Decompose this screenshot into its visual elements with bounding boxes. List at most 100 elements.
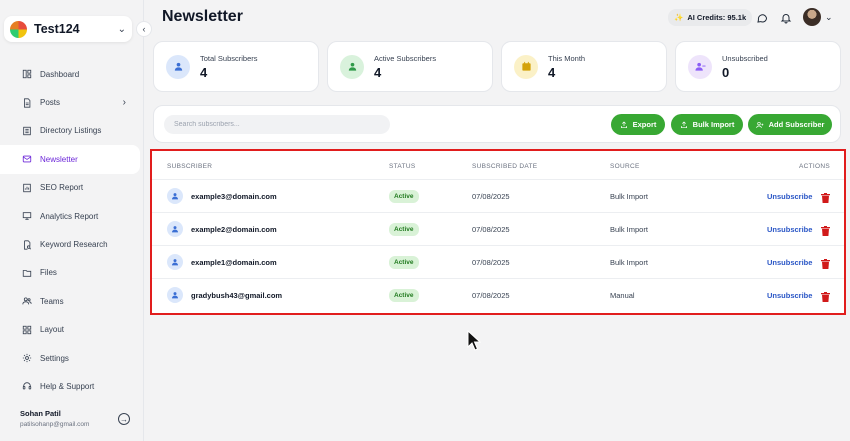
stat-label: Total Subscribers — [200, 53, 258, 63]
sidebar-item-label: Directory Listings — [40, 126, 102, 136]
user-icon — [167, 254, 183, 270]
list-icon — [23, 126, 31, 136]
subscribers-table: SUBSCRIBER STATUS SUBSCRIBED DATE SOURCE… — [150, 149, 846, 315]
sidebar-item-label: SEO Report — [40, 183, 84, 193]
sidebar-item-keyword-research[interactable]: Keyword Research — [0, 230, 144, 258]
subscriber-email: example2@domain.com — [191, 225, 277, 234]
trash-icon[interactable] — [821, 256, 830, 269]
chat-icon[interactable] — [756, 11, 768, 23]
ai-credits-badge[interactable]: ✨ AI Credits: 95.1k — [668, 9, 753, 26]
sidebar-item-help-support[interactable]: Help & Support — [0, 372, 144, 400]
sidebar-item-directory-listings[interactable]: Directory Listings — [0, 117, 144, 145]
grid-icon — [22, 325, 32, 334]
header-status[interactable]: STATUS — [389, 163, 415, 170]
export-button[interactable]: Export — [611, 114, 665, 135]
chevron-down-icon: ⌄ — [117, 23, 126, 35]
stat-value: 4 — [374, 64, 382, 80]
stat-label: Active Subscribers — [374, 53, 437, 63]
search-input[interactable] — [164, 115, 390, 134]
header-actions: ACTIONS — [799, 163, 830, 170]
sparkle-icon: ✨ — [674, 13, 684, 22]
ai-credits-text: AI Credits: 95.1k — [687, 13, 747, 22]
subscriber-source: Bulk Import — [610, 192, 648, 201]
search-document-icon — [24, 239, 32, 250]
header-date[interactable]: SUBSCRIBED DATE — [472, 163, 537, 170]
export-label: Export — [632, 120, 657, 129]
workspace-name: Test124 — [34, 22, 80, 36]
toolbar: Export Bulk Import Add Subscriber — [153, 105, 841, 143]
trash-icon[interactable] — [821, 223, 830, 236]
sidebar: Test124 ⌄ Dashboard Posts › Directory Listi… — [0, 0, 144, 441]
stat-value: 4 — [200, 64, 208, 80]
user-email: patilsohanp@gmail.com — [20, 421, 90, 428]
sidebar-item-label: Settings — [40, 353, 69, 363]
add-user-icon — [755, 121, 763, 128]
add-subscriber-label: Add Subscriber — [768, 120, 825, 129]
sidebar-item-label: Teams — [40, 296, 64, 306]
bulk-import-label: Bulk Import — [692, 120, 735, 129]
trash-icon[interactable] — [821, 190, 830, 203]
workspace-switcher[interactable]: Test124 ⌄ — [4, 16, 132, 42]
sidebar-item-label: Keyword Research — [40, 240, 108, 250]
add-subscriber-button[interactable]: Add Subscriber — [748, 114, 832, 135]
user-profile: Sohan Patil patilsohanp@gmail.com → — [20, 409, 130, 428]
collapse-sidebar-button[interactable]: ‹ — [136, 21, 152, 37]
trash-icon[interactable] — [821, 289, 830, 302]
sidebar-item-newsletter[interactable]: Newsletter — [0, 145, 140, 174]
subscribed-date: 07/08/2025 — [472, 258, 510, 267]
workspace-logo — [10, 20, 27, 38]
sidebar-item-label: Analytics Report — [40, 211, 99, 221]
unsubscribe-link[interactable]: Unsubscribe — [767, 258, 812, 267]
sidebar-item-label: Newsletter — [40, 154, 78, 164]
sidebar-item-teams[interactable]: Teams — [0, 287, 144, 315]
user-icon — [166, 54, 190, 79]
sidebar-item-layout[interactable]: Layout — [0, 316, 144, 344]
header-source[interactable]: SOURCE — [610, 163, 640, 170]
status-badge: Active — [389, 289, 419, 302]
headset-icon — [22, 382, 32, 390]
page-title: Newsletter — [162, 8, 243, 25]
dashboard-icon — [22, 70, 32, 79]
bulk-import-button[interactable]: Bulk Import — [671, 114, 743, 135]
mouse-cursor-icon — [467, 330, 481, 351]
header-subscriber[interactable]: SUBSCRIBER — [167, 163, 212, 170]
status-badge: Active — [389, 190, 419, 203]
sidebar-item-analytics-report[interactable]: Analytics Report — [0, 202, 144, 230]
user-minus-icon — [688, 54, 712, 79]
sidebar-item-dashboard[interactable]: Dashboard — [0, 60, 144, 88]
status-badge: Active — [389, 223, 419, 236]
avatar[interactable] — [803, 8, 821, 26]
sidebar-item-settings[interactable]: Settings — [0, 344, 144, 372]
gear-icon — [22, 353, 32, 363]
sidebar-item-label: Layout — [40, 325, 65, 335]
subscriber-source: Bulk Import — [610, 258, 648, 267]
stat-label: Unsubscribed — [722, 53, 768, 63]
logout-icon[interactable]: → — [118, 413, 130, 425]
report-icon — [23, 183, 31, 192]
chevron-down-icon[interactable]: ⌄ — [825, 12, 833, 23]
stat-card-active-subscribers: Active Subscribers 4 — [327, 41, 493, 92]
subscribed-date: 07/08/2025 — [472, 192, 510, 201]
sidebar-item-seo-report[interactable]: SEO Report — [0, 174, 144, 202]
user-name: Sohan Patil — [20, 409, 61, 418]
bell-icon[interactable] — [780, 11, 792, 24]
folder-icon — [22, 270, 32, 277]
document-icon — [24, 97, 31, 108]
upload-icon — [680, 121, 687, 128]
unsubscribe-link[interactable]: Unsubscribe — [767, 291, 812, 300]
stat-card-this-month: This Month 4 — [501, 41, 667, 92]
subscriber-email: gradybush43@gmail.com — [191, 291, 283, 300]
calendar-icon — [514, 54, 538, 79]
sidebar-nav: Dashboard Posts › Directory Listings Newslet… — [0, 60, 144, 401]
sidebar-item-posts[interactable]: Posts › — [0, 88, 144, 116]
unsubscribe-link[interactable]: Unsubscribe — [767, 225, 812, 234]
subscriber-email: example3@domain.com — [191, 192, 277, 201]
sidebar-item-label: Help & Support — [40, 381, 95, 391]
table-row: gradybush43@gmail.com Active 07/08/2025 Man… — [152, 278, 844, 311]
unsubscribe-link[interactable]: Unsubscribe — [767, 192, 812, 201]
sidebar-item-files[interactable]: Files — [0, 259, 144, 287]
user-icon — [167, 287, 183, 303]
stat-value: 0 — [722, 64, 730, 80]
subscriber-source: Manual — [610, 291, 635, 300]
stat-card-total-subscribers: Total Subscribers 4 — [153, 41, 319, 92]
